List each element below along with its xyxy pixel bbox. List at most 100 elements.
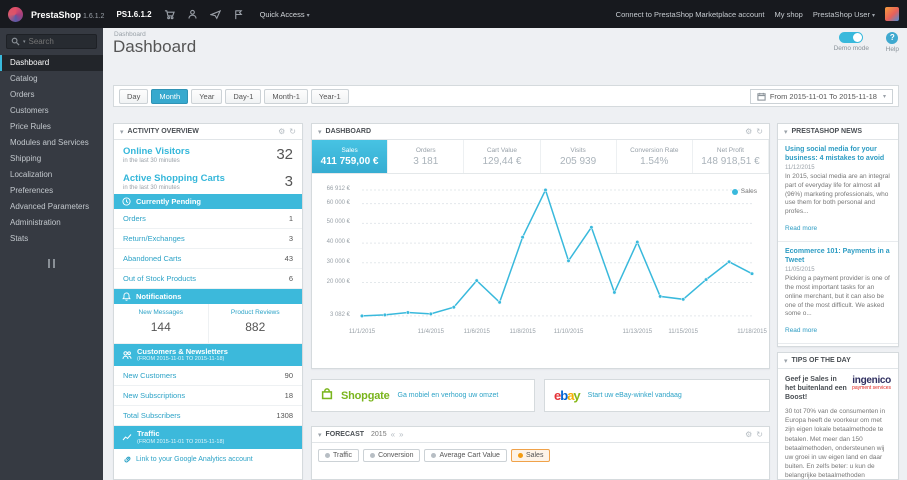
kpi-visits[interactable]: Visits 205 939 <box>541 140 617 173</box>
dashboard-panel-header: ▾ DASHBOARD ⚙ ↻ <box>312 124 769 140</box>
tips-of-the-day-panel: ▾ TIPS OF THE DAY Geef je Sales in het b… <box>777 352 899 480</box>
chart-legend[interactable]: Sales <box>731 188 757 195</box>
find-more-news-link[interactable]: Find more news <box>778 344 898 346</box>
chevron-down-icon[interactable]: ▾ <box>23 39 26 45</box>
refresh-icon[interactable]: ↻ <box>756 430 763 439</box>
out-of-stock-row[interactable]: Out of Stock Products 6 <box>114 269 302 289</box>
chevron-down-icon: ▾ <box>882 93 886 100</box>
filter-month-button[interactable]: Month <box>151 88 189 104</box>
filter-day-button[interactable]: Day <box>119 88 149 104</box>
ingenico-logo: ingenico payment services <box>852 375 891 391</box>
forecast-panel-header: ▾ FORECAST 2015 « » ⚙ ↻ <box>312 427 769 443</box>
sidebar-item-modules[interactable]: Modules and Services <box>0 135 103 151</box>
refresh-icon[interactable]: ↻ <box>756 127 763 136</box>
pending-returns-row[interactable]: Return/Exchanges 3 <box>114 229 302 249</box>
sidebar-item-price-rules[interactable]: Price Rules <box>0 119 103 135</box>
help-icon[interactable]: ? <box>886 32 899 44</box>
forecast-toggle-sales[interactable]: Sales <box>510 449 551 462</box>
sidebar-item-catalog[interactable]: Catalog <box>0 71 103 87</box>
shopgate-link[interactable]: Ga mobiel en verhoog uw omzet <box>398 392 499 399</box>
filter-month-1-button[interactable]: Month-1 <box>264 88 308 104</box>
news-article-date: 11/05/2015 <box>785 267 815 274</box>
date-range-picker[interactable]: From 2015-11-01 To 2015-11-18 ▾ <box>749 88 893 104</box>
forecast-toggle-average-cart-value[interactable]: Average Cart Value <box>424 449 507 462</box>
user-menu-label: PrestaShop User <box>812 9 870 19</box>
filter-day-1-button[interactable]: Day-1 <box>225 88 262 104</box>
pending-orders-row[interactable]: Orders 1 <box>114 209 302 229</box>
sidebar-item-orders[interactable]: Orders <box>0 87 103 103</box>
sidebar-item-administration[interactable]: Administration <box>0 215 103 231</box>
brand[interactable]: PrestaShop 1.6.1.2 <box>31 5 104 23</box>
panel-caret-icon[interactable]: ▾ <box>784 357 788 365</box>
sidebar-item-localization[interactable]: Localization <box>0 167 103 183</box>
sales-chart: 66 912 €60 000 €50 000 €40 000 €30 000 €… <box>312 174 769 368</box>
my-shop-link[interactable]: My shop <box>775 10 803 19</box>
new-subscriptions-row[interactable]: New Subscriptions 18 <box>114 386 302 407</box>
previous-period-icon[interactable]: « <box>391 430 395 439</box>
read-more-link[interactable]: Read more <box>785 327 817 334</box>
paper-plane-icon[interactable] <box>209 9 221 20</box>
sidebar-item-dashboard[interactable]: Dashboard <box>0 55 103 71</box>
flag-icon[interactable] <box>233 9 244 20</box>
shopgate-logo-icon <box>321 387 333 405</box>
search-input[interactable] <box>28 37 83 46</box>
main-content: Dashboard Dashboard Demo mode ? Help Day… <box>103 28 907 480</box>
abandoned-carts-row[interactable]: Abandoned Carts 43 <box>114 249 302 269</box>
sidebar-item-customers[interactable]: Customers <box>0 103 103 119</box>
prestashop-logo-icon[interactable] <box>8 6 23 22</box>
online-visitors-label[interactable]: Online Visitors <box>123 146 293 157</box>
kpi-cart-value[interactable]: Cart Value 129,44 € <box>464 140 541 173</box>
active-carts-sub: in the last 30 minutes <box>123 185 180 191</box>
kpi-net-profit[interactable]: Net Profit 148 918,51 € <box>693 140 769 173</box>
gear-icon[interactable]: ⚙ <box>745 127 752 136</box>
forecast-toggle-traffic[interactable]: Traffic <box>318 449 360 462</box>
forecast-toggle-conversion[interactable]: Conversion <box>363 449 421 462</box>
ebay-link[interactable]: Start uw eBay-winkel vandaag <box>588 392 682 399</box>
sidebar-item-stats[interactable]: Stats <box>0 231 103 247</box>
panel-caret-icon[interactable]: ▾ <box>784 128 788 136</box>
sidebar-item-preferences[interactable]: Preferences <box>0 183 103 199</box>
series-dot-icon <box>431 453 437 458</box>
marketplace-link[interactable]: Connect to PrestaShop Marketplace accoun… <box>616 10 765 19</box>
new-messages[interactable]: New Messages 144 <box>114 304 208 343</box>
total-subscribers-row[interactable]: Total Subscribers 1308 <box>114 406 302 427</box>
kpi-conversion-rate[interactable]: Conversion Rate 1.54% <box>617 140 693 173</box>
filter-year-1-button[interactable]: Year-1 <box>310 88 349 104</box>
traffic-range: (FROM 2015-11-01 TO 2015-11-18) <box>137 438 225 445</box>
filter-year-button[interactable]: Year <box>191 88 223 104</box>
forecast-year[interactable]: 2015 <box>371 431 387 438</box>
next-period-icon[interactable]: » <box>399 430 403 439</box>
read-more-link[interactable]: Read more <box>785 225 817 232</box>
kpi-sales[interactable]: Sales 411 759,00 € <box>312 140 389 173</box>
shop-name[interactable]: PS1.6.1.2 <box>116 10 151 19</box>
product-reviews[interactable]: Product Reviews 882 <box>207 304 303 343</box>
cart-icon[interactable] <box>164 9 175 20</box>
kpi-orders[interactable]: Orders 3 181 <box>388 140 465 173</box>
active-carts-label[interactable]: Active Shopping Carts <box>123 173 293 184</box>
panel-caret-icon[interactable]: ▾ <box>318 128 322 136</box>
ebay-module[interactable]: ebay Start uw eBay-winkel vandaag <box>544 379 770 412</box>
gear-icon[interactable]: ⚙ <box>745 430 752 439</box>
customers-icon[interactable] <box>187 9 198 20</box>
gear-icon[interactable]: ⚙ <box>278 127 285 136</box>
news-article-headline[interactable]: Ecommerce 101: Payments in a Tweet <box>785 247 891 265</box>
user-menu[interactable]: PrestaShop User ▾ <box>813 10 875 19</box>
news-article-headline[interactable]: Using social media for your business: 4 … <box>785 145 891 163</box>
shopgate-module[interactable]: Shopgate Ga mobiel en verhoog uw omzet <box>311 379 535 412</box>
sidebar-collapse-button[interactable] <box>46 259 58 268</box>
sales-series-dot-icon <box>731 188 738 195</box>
user-avatar[interactable] <box>885 7 899 21</box>
new-customers-row[interactable]: New Customers 90 <box>114 366 302 387</box>
sidebar-item-shipping[interactable]: Shipping <box>0 151 103 167</box>
sidebar-search[interactable]: ▾ <box>6 34 97 49</box>
quick-access-menu[interactable]: Quick Access ▾ <box>260 10 310 19</box>
demo-mode-toggle[interactable] <box>839 32 864 43</box>
panel-caret-icon[interactable]: ▾ <box>318 431 322 439</box>
refresh-icon[interactable]: ↻ <box>289 127 296 136</box>
google-analytics-link[interactable]: Link to your Google Analytics account <box>114 449 302 470</box>
sidebar-item-advanced-parameters[interactable]: Advanced Parameters <box>0 199 103 215</box>
topbar: PrestaShop 1.6.1.2 PS1.6.1.2 Quick Access… <box>0 0 907 28</box>
panel-caret-icon[interactable]: ▾ <box>120 128 124 136</box>
notifications-title: Notifications <box>136 292 182 301</box>
people-icon <box>122 351 132 360</box>
